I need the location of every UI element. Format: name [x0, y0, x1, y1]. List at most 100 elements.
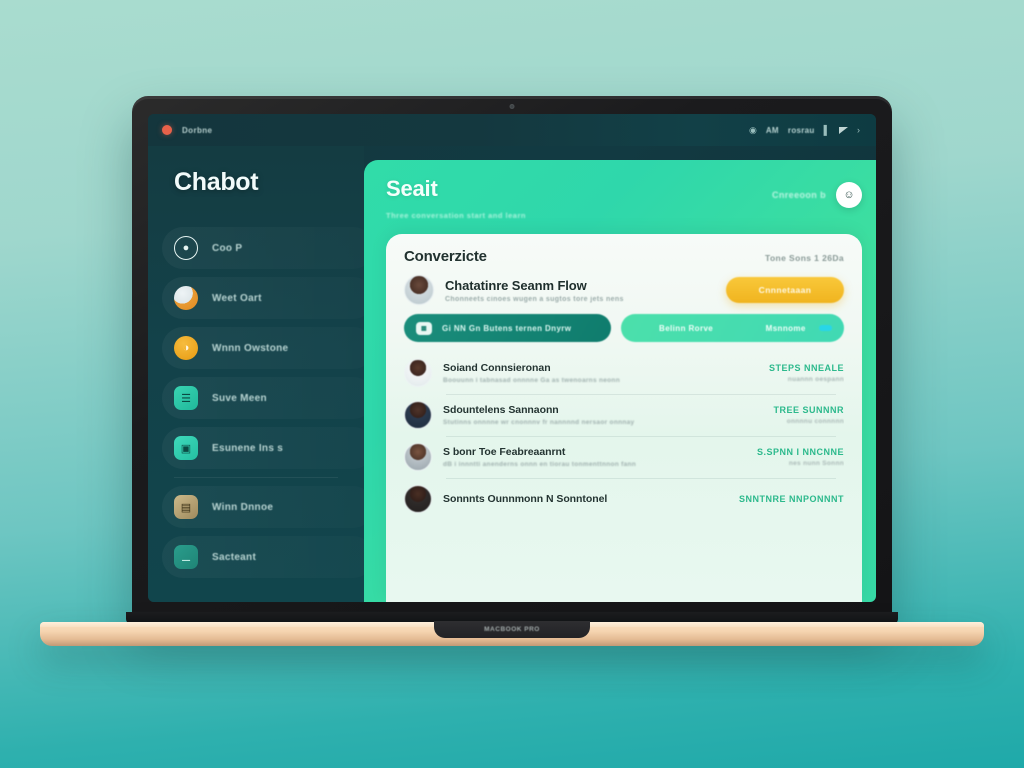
person-avatar-gray-suit — [404, 443, 432, 471]
teal-square-icon: ☰ — [174, 386, 198, 410]
featured-conversation[interactable]: Chatatinre Seanm Flow Chonneets cinoes w… — [404, 275, 844, 305]
main-panel: Seait Three conversation start and learn… — [364, 160, 876, 602]
sidebar-item-label: Wnnn Owstone — [212, 342, 289, 354]
list-item-title: Soiand Connsieronan — [443, 362, 551, 374]
list-item-meta-group: TREE SUNNNR onnnnu connnnn — [773, 405, 844, 425]
sidebar: Chabot ● Coo P Weet Oart ◑ Wnnn Owstone … — [148, 146, 374, 602]
sidebar-item-5[interactable]: ▤ Winn Dnnoe — [148, 482, 374, 532]
app-indicator-icon — [162, 125, 172, 135]
battery-icon[interactable]: ▌ — [824, 125, 830, 135]
os-status-text-2: rosrau — [787, 125, 815, 135]
tan-panel-icon: ▤ — [174, 495, 198, 519]
conversation-card: Converzicte Tone Sons 1 26Da Chatatinre … — [386, 234, 862, 602]
sidebar-divider — [174, 477, 338, 478]
laptop-device: Dorbne ◉ AM rosrau ▌ › Chabot ● Coo P We… — [40, 96, 984, 656]
person-avatar-white-shirt — [404, 359, 432, 387]
person-avatar-navy — [404, 401, 432, 429]
page-subtitle: Three conversation start and learn — [386, 211, 526, 220]
sidebar-item-6[interactable]: ⚊ Sacteant — [148, 532, 374, 582]
secondary-pill-button[interactable]: Belinn Rorve Msnnome — [620, 314, 844, 342]
wifi-icon[interactable] — [839, 126, 848, 134]
list-item-title: Sdountelens Sannaonn — [443, 404, 559, 416]
status-badge: TREE SUNNNR — [773, 405, 844, 415]
list-item-text: Soiand Connsieronan Boouunn i tabnasad o… — [443, 362, 758, 384]
grid-badge-icon: ▦ — [416, 321, 432, 335]
main-header: Seait Three conversation start and learn… — [386, 176, 862, 220]
page-title: Seait — [386, 176, 438, 201]
laptop-notch: MACBOOK PRO — [434, 621, 590, 638]
status-badge: SNNTNRE NNPONNNT — [738, 494, 844, 504]
sidebar-item-label: Weet Oart — [212, 292, 262, 304]
menu-icon[interactable]: › — [857, 125, 860, 135]
person-avatar-icon — [404, 275, 434, 305]
screen-body: Chabot ● Coo P Weet Oart ◑ Wnnn Owstone … — [148, 146, 876, 602]
list-item-subtitle: Boouunn i tabnasad onnnne Ga as twenoarn… — [443, 377, 620, 384]
teal-dark-icon: ⚊ — [174, 545, 198, 569]
toggle-indicator-icon[interactable] — [819, 325, 832, 331]
list-item[interactable]: Sonnnts Ounnmonn N Sonntonel SNNTNRE NNP… — [404, 478, 844, 520]
card-header: Converzicte Tone Sons 1 26Da — [404, 248, 844, 265]
list-item-text: Sonnnts Ounnmonn N Sonntonel — [443, 493, 728, 505]
list-item[interactable]: S bonr Toe Feabreaanrnt dB i innntti ane… — [404, 436, 844, 478]
laptop-lid: Dorbne ◉ AM rosrau ▌ › Chabot ● Coo P We… — [132, 96, 892, 618]
sidebar-item-label: Esunene Ins s — [212, 442, 284, 454]
pill-button-row: ▦ Gi NN Gn Butens ternen Dnyrw Belinn Ro… — [404, 314, 844, 342]
list-item-meta: nes nunn Sonnn — [788, 460, 844, 467]
featured-subtitle: Chonneets cinoes wugen a sugtos tore jet… — [445, 295, 624, 303]
status-badge: STEPS NNEALE — [768, 363, 844, 373]
list-item-text: S bonr Toe Feabreaanrnt dB i innntti ane… — [443, 446, 746, 468]
header-right-label: Cnreeoon b — [771, 190, 826, 200]
sidebar-item-3[interactable]: ☰ Suve Meen — [148, 373, 374, 423]
list-item[interactable]: Sdountelens Sannaonn Stutinns onnnne wr … — [404, 394, 844, 436]
os-status-area: ◉ AM rosrau ▌ › — [749, 125, 860, 136]
featured-action-button[interactable]: Cnnnetaaan — [726, 277, 844, 303]
person-avatar-dark — [404, 485, 432, 513]
list-item-title: S bonr Toe Feabreaanrnt — [443, 446, 566, 458]
globe-icon[interactable]: ◉ — [749, 125, 757, 136]
circle-outline-icon: ● — [174, 236, 198, 260]
webcam-icon — [509, 104, 515, 109]
secondary-pill-label-left: Belinn Rorve — [659, 323, 714, 333]
sidebar-item-4[interactable]: ▣ Esunene Ins s — [148, 423, 374, 473]
card-header-meta: Tone Sons 1 26Da — [765, 253, 844, 263]
list-item-text: Sdountelens Sannaonn Stutinns onnnne wr … — [443, 404, 762, 426]
card-title: Converzicte — [404, 248, 487, 265]
list-item-title: Sonnnts Ounnmonn N Sonntonel — [443, 493, 608, 505]
sidebar-item-0[interactable]: ● Coo P — [148, 223, 374, 273]
main-header-text: Seait Three conversation start and learn — [386, 176, 526, 220]
sidebar-item-label: Suve Meen — [212, 392, 267, 404]
sidebar-item-label: Coo P — [212, 242, 243, 254]
list-item-subtitle: Stutinns onnnne wr cnonnnv fr nannnnd ne… — [443, 419, 635, 426]
orange-circle-icon: ◑ — [174, 336, 198, 360]
primary-pill-button[interactable]: ▦ Gi NN Gn Butens ternen Dnyrw — [404, 314, 611, 342]
laptop-screen: Dorbne ◉ AM rosrau ▌ › Chabot ● Coo P We… — [148, 114, 876, 602]
header-actions: Cnreeoon b ☺ — [772, 176, 862, 208]
user-avatar-icon[interactable]: ☺ — [836, 182, 862, 208]
list-item-meta-group: SNNTNRE NNPONNNT — [739, 494, 844, 504]
list-item-meta: nuannn oespann — [787, 376, 844, 383]
teal-square-icon: ▣ — [174, 436, 198, 460]
primary-pill-label: Gi NN Gn Butens ternen Dnyrw — [442, 323, 572, 333]
list-item-meta-group: S.SPNN I NNCNNE nes nunn Sonnn — [757, 447, 844, 467]
sidebar-item-2[interactable]: ◑ Wnnn Owstone — [148, 323, 374, 373]
status-badge: S.SPNN I NNCNNE — [756, 447, 844, 457]
os-app-label: Dorbne — [182, 125, 213, 135]
sidebar-nav: ● Coo P Weet Oart ◑ Wnnn Owstone ☰ Suve … — [148, 223, 374, 582]
sidebar-item-1[interactable]: Weet Oart — [148, 273, 374, 323]
user-blob-icon — [174, 286, 198, 310]
list-item-subtitle: dB i innntti anenderns onnn en tiorau to… — [443, 461, 637, 468]
list-item-meta: onnnnu connnnn — [786, 418, 844, 425]
os-top-bar: Dorbne ◉ AM rosrau ▌ › — [148, 114, 876, 146]
sidebar-item-label: Winn Dnnoe — [212, 501, 274, 513]
featured-text: Chatatinre Seanm Flow Chonneets cinoes w… — [445, 278, 624, 303]
secondary-pill-label-right: Msnnome — [765, 323, 806, 333]
conversation-list: Soiand Connsieronan Boouunn i tabnasad o… — [404, 352, 844, 602]
os-status-text-1: AM — [765, 125, 779, 135]
list-item-meta-group: STEPS NNEALE nuannn oespann — [769, 363, 844, 383]
list-item[interactable]: Soiand Connsieronan Boouunn i tabnasad o… — [404, 352, 844, 394]
laptop-notch-label: MACBOOK PRO — [484, 626, 540, 633]
sidebar-brand: Chabot — [174, 168, 259, 196]
sidebar-item-label: Sacteant — [212, 551, 257, 563]
featured-title: Chatatinre Seanm Flow — [445, 277, 587, 293]
laptop-base: MACBOOK PRO — [40, 621, 984, 646]
